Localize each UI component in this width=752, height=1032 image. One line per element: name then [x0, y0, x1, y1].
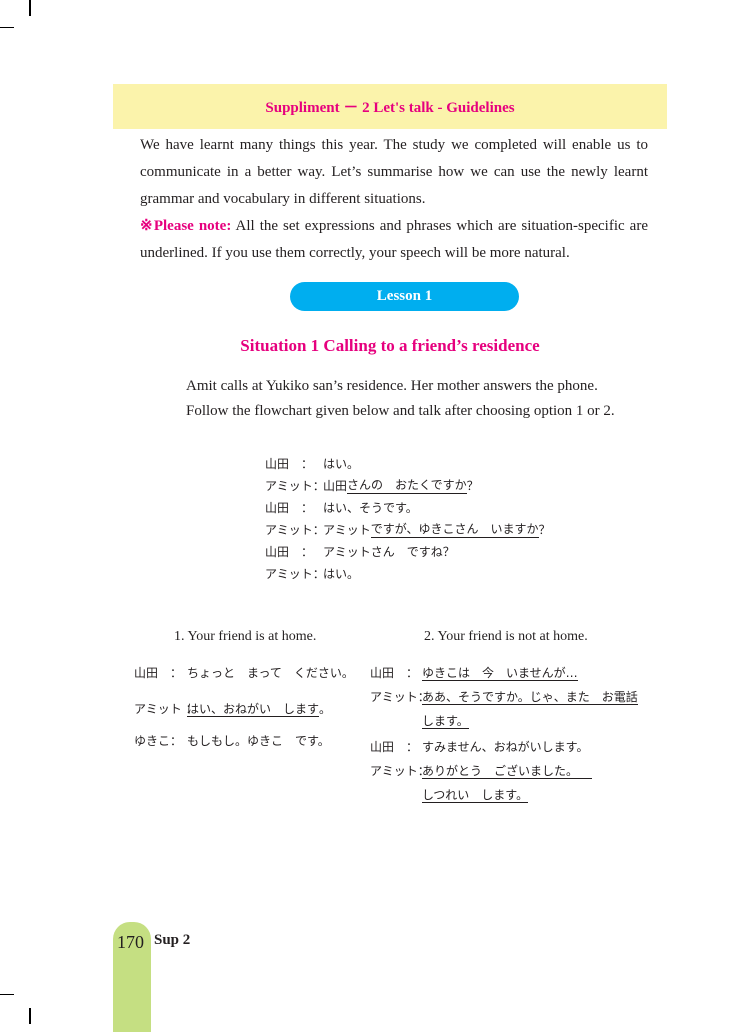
utterance: ちょっと まって ください。: [187, 666, 354, 680]
speaker: 山田 ：: [265, 544, 314, 559]
speaker: 山田 ：: [370, 740, 419, 754]
dialog-line: アミット： ありがとう ございました。: [370, 762, 638, 786]
dialog-line: ゆきこ： もしもし。ゆきこ です。: [134, 732, 354, 749]
dialog-line: 山田 ： すみません、おねがいします。: [370, 738, 638, 762]
page-title-text: Suppliment － 2 Let's talk - Guidelines: [265, 100, 515, 116]
situation-heading: Situation 1 Calling to a friend’s reside…: [240, 336, 540, 355]
speaker: 山田 ：: [265, 500, 314, 515]
crop-mark: [29, 0, 31, 16]
dialog-line: アミット： 山田 さんの おたくですか？: [265, 474, 551, 496]
dialog-line: 山田 ： はい、そうです。: [265, 496, 551, 518]
utterance: はい、そうです。: [323, 500, 418, 515]
utterance-end: ？: [466, 478, 479, 493]
speaker: アミット ：: [134, 702, 198, 716]
utterance: アミット: [323, 522, 371, 537]
description-line: Follow the flowchart given below and tal…: [186, 403, 615, 419]
intro-text: We have learnt many things this year. Th…: [140, 132, 648, 267]
utterance: アミットさん ですね？: [323, 544, 455, 559]
phone-dialog: 山田 ： はい。 アミット： 山田 さんの おたくですか？ 山田 ： はい、そうで…: [265, 452, 551, 584]
set-expression: します。: [422, 714, 469, 729]
dialog-line: 山田 ： アミットさん ですね？: [265, 540, 551, 562]
page-title: Suppliment － 2 Let's talk - Guidelines: [113, 84, 667, 129]
lesson-badge: Lesson 1: [290, 282, 519, 311]
set-expression: ですが、ゆきこさん いますか: [370, 522, 539, 538]
utterance: はい。: [323, 566, 360, 581]
speaker-spacer: [370, 712, 422, 738]
speaker: 山田 ：: [265, 456, 314, 471]
utterance: もしもし。ゆきこ です。: [187, 734, 330, 748]
set-expression: さんの おたくですか: [347, 478, 467, 494]
dialog-line-continued: しつれい します。: [370, 786, 638, 810]
crop-mark: [0, 994, 14, 995]
utterance-end: 。: [319, 702, 332, 716]
page-number: 170: [117, 932, 144, 952]
option2-dialog: 山田 ： ゆきこは 今 いませんが… アミット： ああ、そうですか。じゃ、また …: [370, 664, 638, 810]
crop-mark: [0, 27, 14, 28]
option1-dialog: 山田 ： ちょっと まって ください。 アミット ： はい、おねがい します。 …: [134, 664, 354, 749]
speaker: アミット：: [370, 764, 430, 778]
speaker-spacer: [370, 786, 422, 810]
note-label: ※Please note:: [140, 218, 232, 234]
description-line: Amit calls at Yukiko san’s residence. He…: [186, 378, 598, 394]
dialog-line: 山田 ： ちょっと まって ください。: [134, 664, 354, 700]
speaker: 山田 ：: [134, 666, 183, 680]
speaker: ゆきこ：: [134, 734, 183, 748]
note-paragraph: ※Please note: All the set expressions an…: [140, 213, 648, 267]
set-expression: はい、おねがい します: [187, 702, 320, 717]
set-expression: ああ、そうですか。じゃ、また お電話: [422, 690, 638, 705]
dialog-line: 山田 ： ゆきこは 今 いませんが…: [370, 664, 638, 688]
utterance: 山田: [323, 478, 348, 493]
utterance-end: ？: [538, 522, 551, 537]
dialog-line-continued: します。: [370, 712, 638, 738]
set-expression: ありがとう ございました。: [422, 762, 593, 779]
crop-mark: [29, 1008, 31, 1024]
utterance: はい。: [323, 456, 360, 471]
dialog-line: 山田 ： はい。: [265, 452, 551, 474]
speaker: アミット：: [265, 522, 325, 537]
dialog-line: アミット： はい。: [265, 562, 551, 584]
dialog-line: アミット： ああ、そうですか。じゃ、また お電話: [370, 688, 638, 712]
dialog-line: アミット ： はい、おねがい します。: [134, 700, 354, 732]
utterance: すみません、おねがいします。: [422, 740, 589, 754]
intro-paragraph: We have learnt many things this year. Th…: [140, 137, 648, 207]
section-label: Sup 2: [154, 932, 191, 948]
dialog-line: アミット： アミット ですが、ゆきこさん いますか？: [265, 518, 551, 540]
option2-caption: 2. Your friend is not at home.: [424, 629, 588, 644]
option1-caption: 1. Your friend is at home.: [174, 629, 317, 644]
set-expression: しつれい します。: [422, 788, 529, 803]
speaker: アミット：: [370, 690, 430, 704]
set-expression: ゆきこは 今 いませんが…: [422, 666, 578, 681]
speaker: アミット：: [265, 566, 325, 581]
speaker: 山田 ：: [370, 666, 419, 680]
situation-description: Amit calls at Yukiko san’s residence. He…: [186, 374, 656, 424]
lesson-label: Lesson 1: [376, 288, 433, 304]
speaker: アミット：: [265, 478, 325, 493]
